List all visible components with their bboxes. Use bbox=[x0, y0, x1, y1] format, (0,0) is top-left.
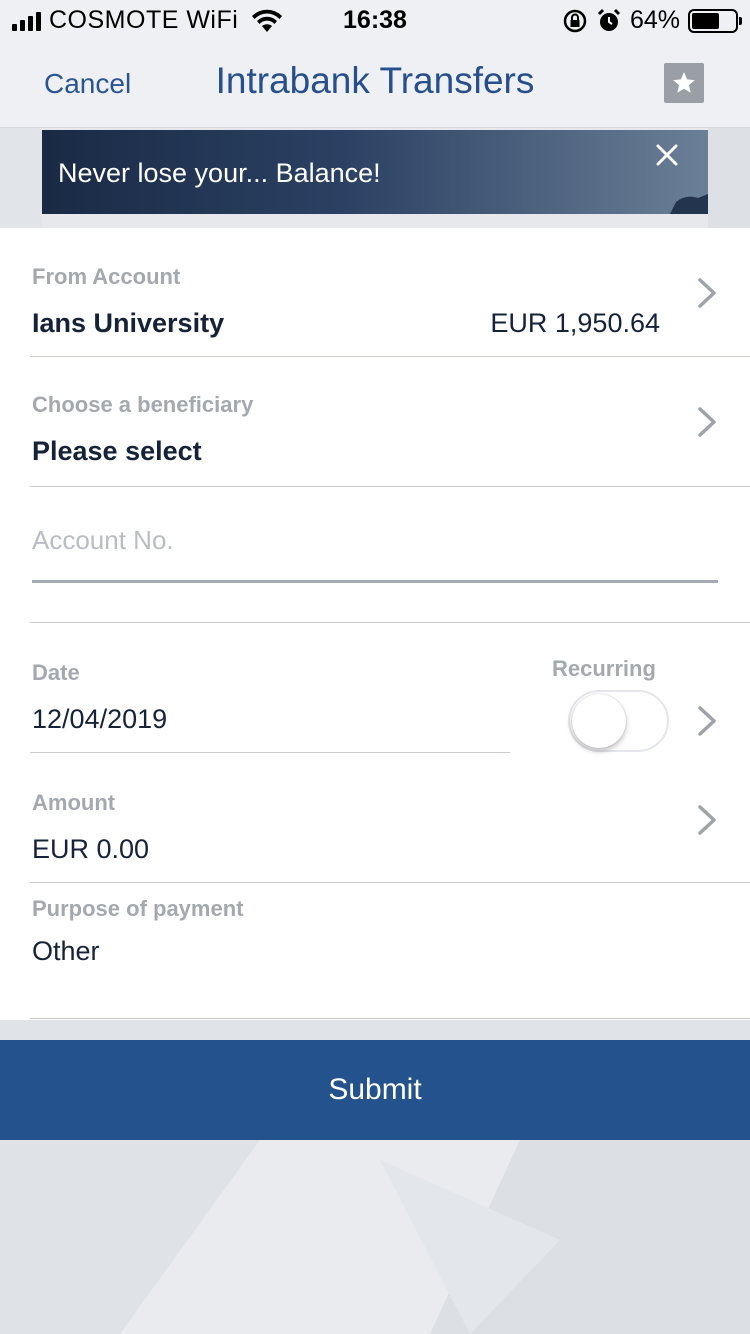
close-icon bbox=[656, 144, 678, 166]
rotation-lock-icon bbox=[563, 9, 587, 32]
date-label: Date bbox=[32, 660, 80, 685]
beneficiary-row[interactable]: Choose a beneficiary Please select bbox=[32, 358, 750, 486]
chevron-right-icon[interactable] bbox=[696, 704, 718, 738]
alarm-icon bbox=[597, 8, 621, 31]
from-account-name: Ians University bbox=[32, 308, 225, 338]
purpose-row[interactable]: Purpose of payment Other bbox=[32, 884, 750, 1018]
date-row[interactable]: Date 12/04/2019 bbox=[32, 624, 510, 754]
submit-button[interactable]: Submit bbox=[0, 1040, 750, 1140]
chevron-right-icon bbox=[698, 407, 716, 437]
from-account-balance: EUR 1,950.64 bbox=[490, 308, 660, 338]
from-account-label: From Account bbox=[32, 264, 181, 289]
purpose-value: Other bbox=[32, 936, 100, 966]
status-bar: COSMOTE WiFi 16:38 64% bbox=[0, 0, 750, 42]
status-right: 64% bbox=[562, 6, 742, 35]
banner-close-button[interactable] bbox=[652, 140, 682, 170]
account-number-input[interactable] bbox=[32, 520, 718, 560]
recurring-toggle[interactable] bbox=[568, 690, 669, 752]
amount-row[interactable]: Amount EUR 0.00 bbox=[32, 754, 750, 882]
recurring-label: Recurring bbox=[552, 656, 656, 681]
divider bbox=[30, 356, 750, 357]
toggle-knob bbox=[572, 694, 626, 748]
divider bbox=[30, 486, 750, 487]
star-icon bbox=[673, 72, 695, 93]
date-underline bbox=[30, 752, 510, 753]
amount-value: EUR 0.00 bbox=[32, 834, 150, 864]
amount-label: Amount bbox=[32, 790, 116, 815]
date-value: 12/04/2019 bbox=[32, 704, 168, 734]
from-account-row[interactable]: From Account Ians University EUR 1,950.6… bbox=[32, 228, 750, 356]
divider bbox=[30, 1018, 750, 1019]
beneficiary-label: Choose a beneficiary bbox=[32, 392, 254, 417]
battery-icon bbox=[688, 8, 742, 33]
divider bbox=[30, 622, 750, 623]
banner-text: Never lose your... Balance! bbox=[58, 158, 381, 188]
navigation-bar: Cancel Intrabank Transfers bbox=[0, 42, 750, 128]
battery-percent: 64% bbox=[629, 6, 680, 34]
banner-decoration-icon bbox=[670, 194, 708, 214]
promo-banner[interactable]: Never lose your... Balance! bbox=[42, 130, 708, 214]
transfer-form: From Account Ians University EUR 1,950.6… bbox=[0, 228, 750, 1020]
account-number-underline bbox=[32, 580, 718, 583]
cancel-button[interactable]: Cancel bbox=[44, 68, 131, 100]
favorite-button[interactable] bbox=[664, 63, 704, 103]
chevron-right-icon bbox=[698, 805, 716, 835]
beneficiary-value: Please select bbox=[32, 436, 202, 466]
purpose-label: Purpose of payment bbox=[32, 896, 244, 921]
chevron-right-icon bbox=[698, 278, 716, 308]
divider bbox=[30, 882, 750, 883]
